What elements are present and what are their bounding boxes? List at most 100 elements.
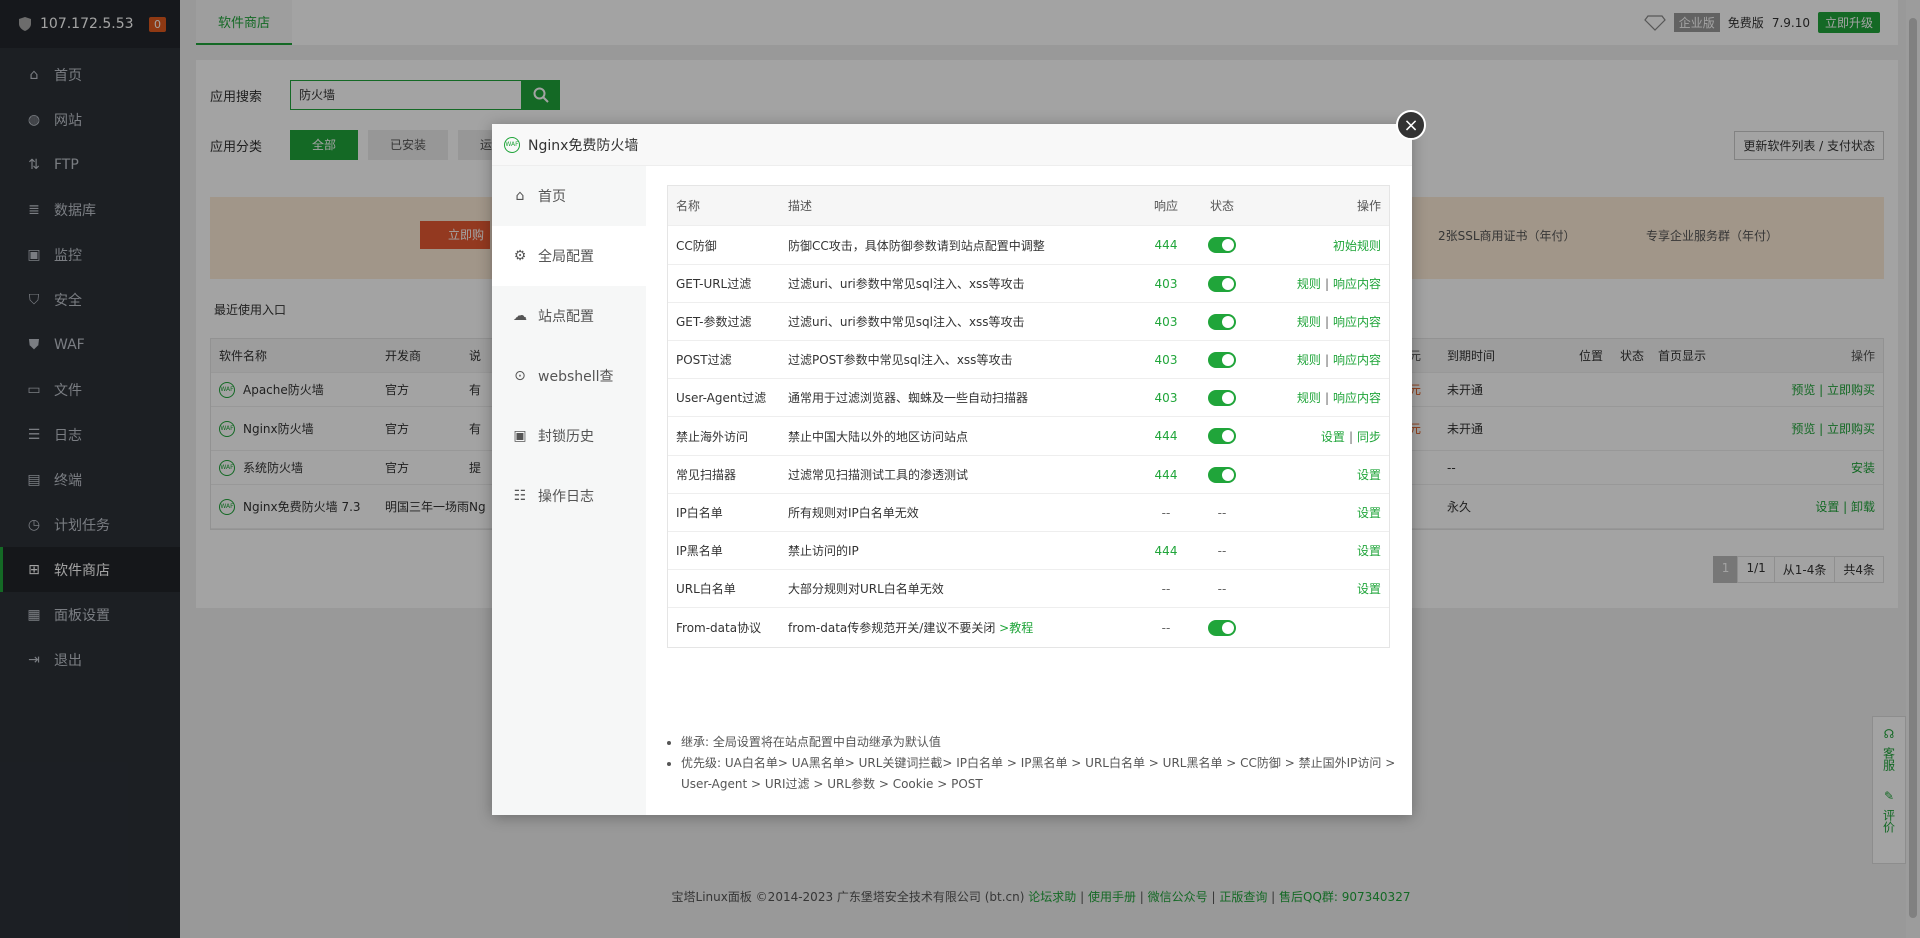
rule-name: 常见扫描器 (676, 468, 737, 482)
rule-op-link[interactable]: 规则 (1297, 315, 1321, 329)
modal-nav-label: 首页 (538, 189, 566, 205)
clipboard-icon: ☷ (513, 488, 527, 504)
rule-name: POST过滤 (676, 353, 732, 367)
rule-status (1196, 466, 1248, 483)
modal-nav-item[interactable]: ☷ 操作日志 (492, 466, 646, 526)
rule-desc: 过滤常见扫描测试工具的渗透测试 (788, 466, 1136, 483)
waf-logo-icon: WAF (504, 136, 520, 153)
rule-op-link[interactable]: 设置 (1321, 430, 1345, 444)
rule-status (1196, 619, 1248, 636)
rule-response: 403 (1154, 352, 1178, 367)
rule-desc: 过滤POST参数中常见sql注入、xss等攻击 (788, 351, 1136, 368)
rule-ops: 设置 | 同步 (1248, 428, 1389, 445)
rule-desc: 通常用于过滤浏览器、蜘蛛及一些自动扫描器 (788, 389, 1136, 406)
rule-toggle[interactable] (1208, 351, 1236, 368)
rule-ops: 规则 | 响应内容 (1248, 389, 1389, 406)
rules-body: CC防御 防御CC攻击，具体防御参数请到站点配置中调整 444 初始规则 GET-URL… (668, 226, 1389, 647)
rule-desc-text: 大部分规则对URL白名单无效 (788, 582, 944, 596)
rule-name: IP白名单 (676, 506, 723, 520)
rule-response: 444 (1154, 238, 1178, 252)
rule-row: IP黑名单 禁止访问的IP 444 -- 设置 (668, 532, 1389, 570)
rule-toggle[interactable] (1208, 466, 1236, 483)
rule-status (1196, 237, 1248, 253)
rule-desc: 过滤uri、uri参数中常见sql注入、xss等攻击 (788, 313, 1136, 330)
rule-desc: 禁止访问的IP (788, 542, 1136, 559)
modal-nav-label: webshell查 (538, 369, 614, 385)
rule-ops: 规则 | 响应内容 (1248, 275, 1389, 292)
rule-op-link[interactable]: 设置 (1357, 582, 1381, 596)
note-priority: 优先级: UA白名单> UA黑名单> URL关键词拦截> IP白名单 > IP黑… (681, 753, 1407, 795)
rule-status (1196, 351, 1248, 368)
col-rule-ops: 操作 (1356, 199, 1381, 213)
rule-response: 444 (1154, 543, 1178, 558)
rule-row: 禁止海外访问 禁止中国大陆以外的地区访问站点 444 设置 | 同步 (668, 417, 1389, 456)
sliders-icon: ⚙ (513, 248, 527, 264)
rule-op-link[interactable]: 设置 (1357, 468, 1381, 482)
modal-nav-item[interactable]: ⚙ 全局配置 (492, 226, 646, 286)
tutorial-link[interactable]: >教程 (999, 621, 1033, 635)
rule-op-link[interactable]: 响应内容 (1333, 277, 1381, 291)
rule-name: IP黑名单 (676, 544, 723, 558)
rule-op-link[interactable]: 设置 (1357, 544, 1381, 558)
rule-ops: 设置 (1248, 580, 1389, 597)
close-icon[interactable]: × (1396, 110, 1426, 140)
rule-op-link[interactable]: 响应内容 (1333, 353, 1381, 367)
rule-response: 403 (1154, 314, 1178, 329)
rule-ops: 规则 | 响应内容 (1248, 313, 1389, 330)
col-rule-resp: 响应 (1153, 199, 1178, 213)
rule-status: -- (1217, 581, 1227, 596)
rule-desc: 禁止中国大陆以外的地区访问站点 (788, 428, 1136, 445)
rule-desc-text: 过滤uri、uri参数中常见sql注入、xss等攻击 (788, 277, 1025, 291)
rule-response: -- (1161, 581, 1171, 596)
rule-toggle[interactable] (1208, 237, 1236, 253)
rule-row: GET-URL过滤 过滤uri、uri参数中常见sql注入、xss等攻击 403 规则… (668, 265, 1389, 303)
rule-row: From-data协议 from-data传参规范开关/建议不要关闭 >教程 -- (668, 608, 1389, 647)
rule-toggle[interactable] (1208, 275, 1236, 292)
rule-op-link[interactable]: 响应内容 (1333, 315, 1381, 329)
modal-nav-item[interactable]: ⊙ webshell查 (492, 346, 646, 406)
rule-op-link[interactable]: 初始规则 (1333, 239, 1381, 253)
rule-status (1196, 389, 1248, 406)
rule-op-link[interactable]: 设置 (1357, 506, 1381, 520)
rule-name: User-Agent过滤 (676, 391, 767, 405)
rule-desc: 过滤uri、uri参数中常见sql注入、xss等攻击 (788, 275, 1136, 292)
rule-name: GET-URL过滤 (676, 277, 752, 291)
op-separator: | (1348, 429, 1353, 444)
rule-row: CC防御 防御CC攻击，具体防御参数请到站点配置中调整 444 初始规则 (668, 226, 1389, 265)
modal-title-bar: WAF Nginx免费防火墙 (492, 124, 1412, 166)
rule-name: 禁止海外访问 (676, 429, 749, 444)
rule-toggle[interactable] (1208, 428, 1236, 444)
rule-response: 444 (1154, 467, 1178, 482)
rule-toggle[interactable] (1208, 313, 1236, 330)
rule-desc: 大部分规则对URL白名单无效 (788, 580, 1136, 597)
rule-op-link[interactable]: 响应内容 (1333, 391, 1381, 405)
rule-toggle[interactable] (1208, 619, 1236, 636)
rule-op-link[interactable]: 规则 (1297, 353, 1321, 367)
rule-desc-text: 过滤uri、uri参数中常见sql注入、xss等攻击 (788, 315, 1025, 329)
notes: 继承: 全局设置将在站点配置中自动继承为默认值 优先级: UA白名单> UA黑名… (667, 732, 1407, 795)
rule-desc-text: 所有规则对IP白名单无效 (788, 506, 919, 520)
col-rule-desc: 描述 (788, 199, 813, 213)
rule-desc-text: 禁止访问的IP (788, 544, 859, 558)
rule-status: -- (1217, 543, 1227, 558)
modal-nav-item[interactable]: ⌂ 首页 (492, 166, 646, 226)
rule-op-link[interactable]: 规则 (1297, 391, 1321, 405)
rule-toggle[interactable] (1208, 389, 1236, 406)
target-icon: ⊙ (514, 368, 526, 384)
rule-name: CC防御 (676, 238, 717, 253)
rule-ops: 设置 (1248, 466, 1389, 483)
rule-row: GET-参数过滤 过滤uri、uri参数中常见sql注入、xss等攻击 403 规则 |… (668, 303, 1389, 341)
rule-op-link[interactable]: 同步 (1357, 430, 1381, 444)
modal-title: Nginx免费防火墙 (528, 137, 639, 154)
modal-nav-item[interactable]: ▣ 封锁历史 (492, 406, 646, 466)
rule-response: 444 (1154, 429, 1178, 443)
rule-desc: 防御CC攻击，具体防御参数请到站点配置中调整 (788, 237, 1136, 254)
rule-status (1196, 275, 1248, 292)
rule-row: User-Agent过滤 通常用于过滤浏览器、蜘蛛及一些自动扫描器 403 规则 | 响应… (668, 379, 1389, 417)
modal-nav-label: 操作日志 (538, 489, 594, 505)
rule-op-link[interactable]: 规则 (1297, 277, 1321, 291)
col-rule-name: 名称 (676, 199, 701, 213)
modal-nav-item[interactable]: ☁ 站点配置 (492, 286, 646, 346)
rule-response: -- (1161, 620, 1171, 635)
rule-desc: 所有规则对IP白名单无效 (788, 504, 1136, 521)
